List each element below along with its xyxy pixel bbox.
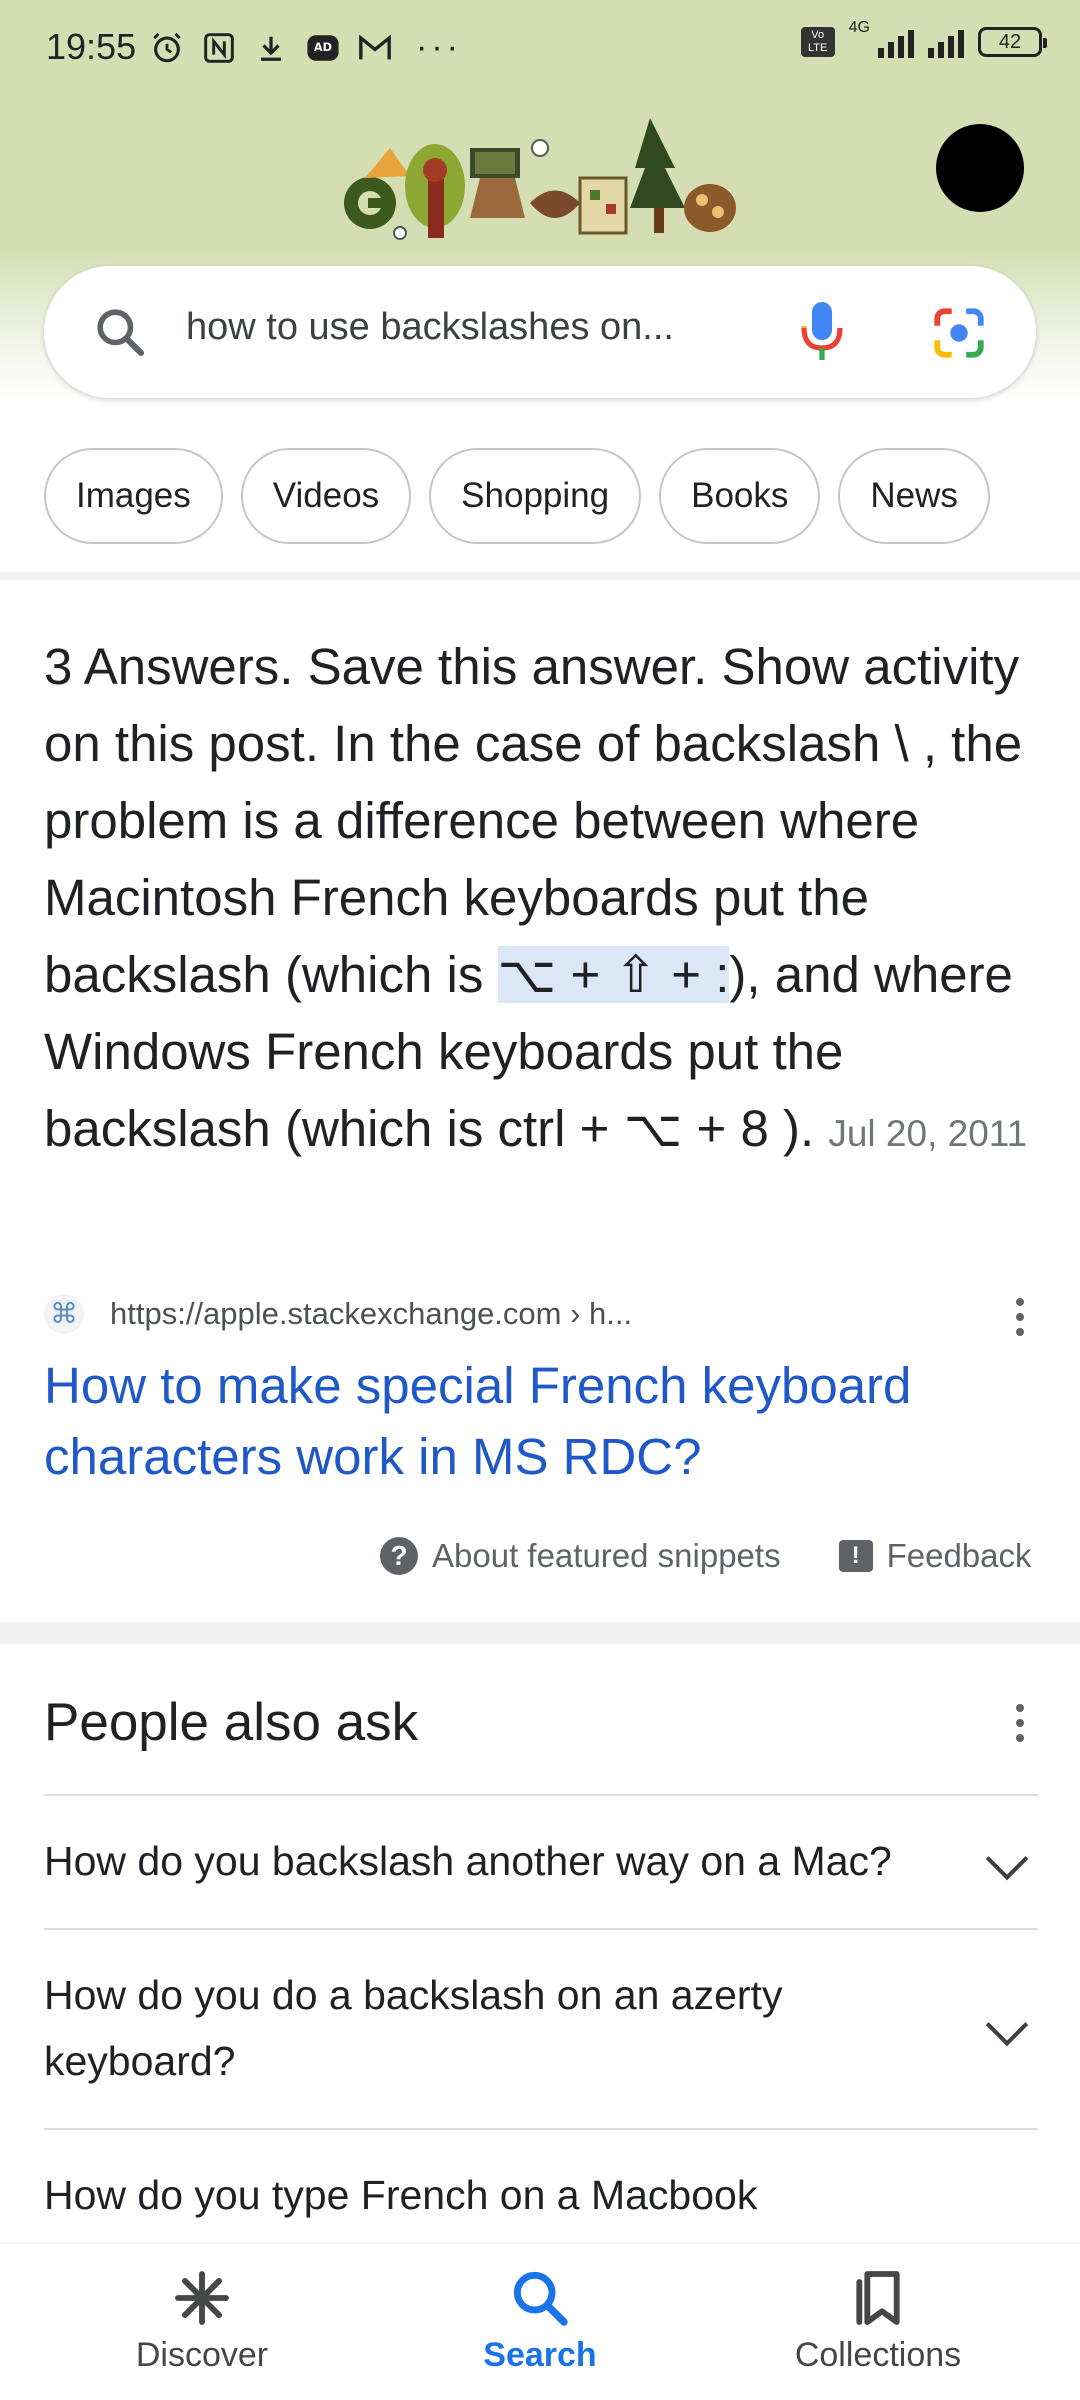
search-icon [508, 2266, 572, 2330]
chip-images[interactable]: Images [44, 448, 223, 544]
nav-discover-label: Discover [135, 2336, 269, 2374]
bookmarks-icon [846, 2266, 910, 2330]
voice-search-icon[interactable] [800, 300, 844, 364]
feedback-icon[interactable]: ! [838, 1540, 873, 1572]
source-url[interactable]: https://apple.stackexchange.com › h... [110, 1296, 632, 1332]
nav-collections-label: Collections [794, 2336, 962, 2374]
about-featured-snippets-link[interactable]: About featured snippets [432, 1537, 781, 1575]
download-icon [252, 29, 290, 67]
paa-question-text: How do you do a backslash on an azerty k… [44, 1972, 783, 2084]
featured-snippet-text: 3 Answers. Save this answer. Show activi… [44, 628, 1044, 1172]
nav-search[interactable]: Search [390, 2244, 690, 2400]
status-time: 19:55 [46, 26, 137, 67]
search-box[interactable]: how to use backslashes on... [44, 266, 1036, 398]
paa-question-text: How do you backslash another way on a Ma… [44, 1838, 892, 1884]
asterisk-icon [170, 2266, 234, 2330]
nfc-icon [200, 29, 238, 67]
paa-more-options-icon[interactable] [1016, 1704, 1026, 1749]
more-dots-icon: ··· [416, 28, 462, 66]
result-title-link[interactable]: How to make special French keyboard char… [44, 1350, 1044, 1492]
google-doodle-logo[interactable] [340, 108, 740, 248]
chip-shopping[interactable]: Shopping [429, 448, 642, 544]
status-bar: 19:55 AD ··· Vo LTE 4G 42 [0, 0, 1080, 96]
bottom-navigation: Discover Search Collections [0, 2244, 1080, 2400]
nav-search-label: Search [483, 2336, 597, 2374]
feedback-link[interactable]: Feedback [887, 1537, 1032, 1575]
volte-icon: Vo LTE [800, 27, 835, 57]
nav-discover[interactable]: Discover [52, 2244, 352, 2400]
snippet-date: Jul 20, 2011 [828, 1113, 1028, 1154]
paa-question-2[interactable]: How do you do a backslash on an azerty k… [44, 1928, 1038, 2128]
gmail-icon [356, 29, 394, 67]
search-icon [92, 304, 148, 360]
chip-books[interactable]: Books [659, 448, 821, 544]
search-filter-chips: Images Videos Shopping Books News [44, 448, 990, 548]
alarm-icon [148, 29, 186, 67]
signal-icon-2 [928, 26, 964, 58]
section-divider-thick [0, 1622, 1080, 1644]
snippet-footer: ? About featured snippets ! Feedback [380, 1532, 1032, 1580]
help-icon[interactable]: ? [380, 1537, 418, 1575]
chip-news[interactable]: News [838, 448, 990, 544]
paa-question-1[interactable]: How do you backslash another way on a Ma… [44, 1794, 1038, 1928]
snippet-source[interactable]: ⌘ https://apple.stackexchange.com › h... [44, 1290, 1044, 1340]
people-also-ask-title: People also ask [44, 1693, 419, 1752]
chip-videos[interactable]: Videos [240, 448, 412, 544]
svg-text:AD: AD [314, 39, 332, 53]
more-options-icon[interactable] [1016, 1298, 1026, 1343]
network-type: 4G [848, 19, 870, 36]
nav-collections[interactable]: Collections [728, 2244, 1028, 2400]
snippet-highlight: ⌥ + ⇧ + : [497, 946, 730, 1003]
search-query[interactable]: how to use backslashes on... [186, 306, 674, 349]
battery-icon: 42 [978, 27, 1047, 57]
site-favicon: ⌘ [44, 1294, 84, 1334]
signal-icon [878, 26, 914, 58]
google-lens-icon[interactable] [930, 304, 988, 362]
adblock-icon: AD [304, 29, 342, 67]
section-divider [0, 572, 1080, 580]
account-avatar[interactable] [936, 124, 1024, 212]
people-also-ask-list: How do you backslash another way on a Ma… [44, 1794, 1038, 2288]
